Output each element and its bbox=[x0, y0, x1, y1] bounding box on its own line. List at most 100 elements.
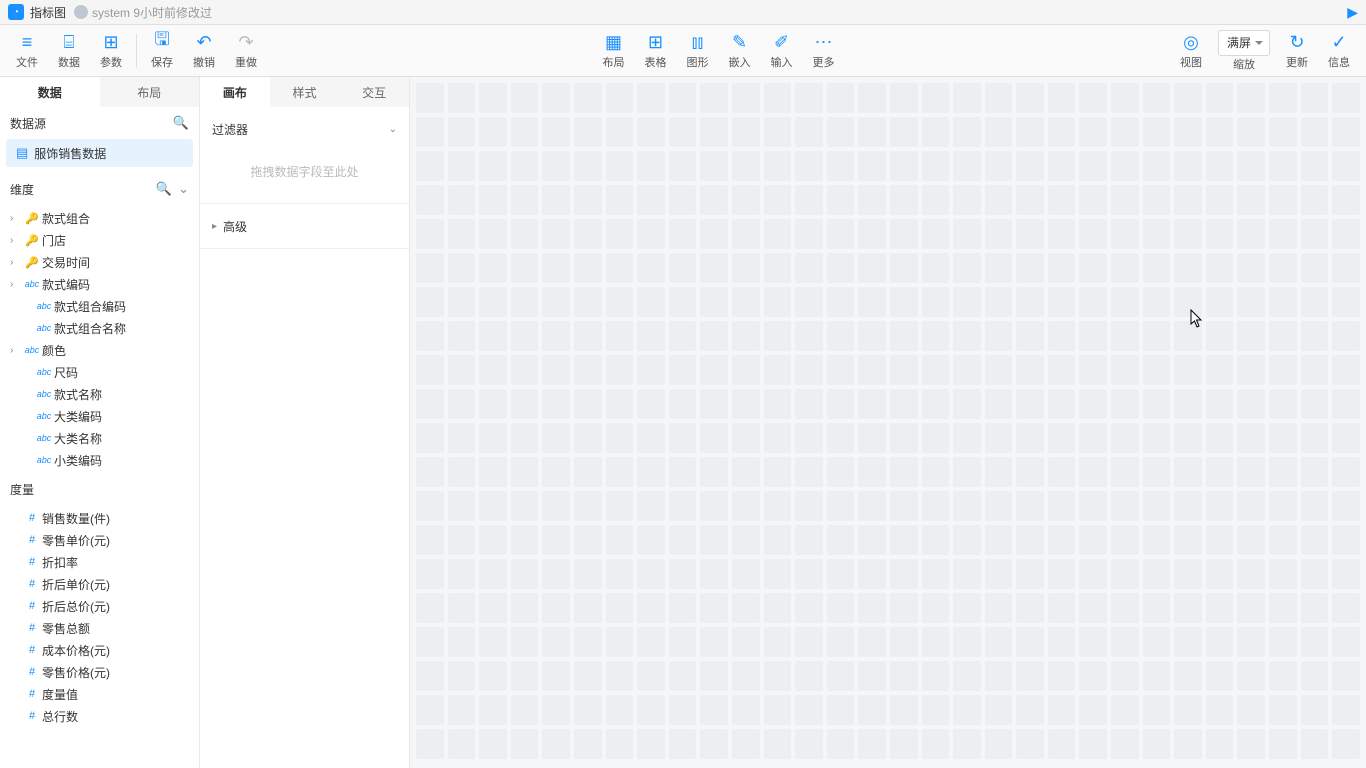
canvas-cell[interactable] bbox=[1016, 593, 1044, 623]
canvas-cell[interactable] bbox=[732, 185, 760, 215]
canvas-cell[interactable] bbox=[448, 83, 476, 113]
canvas-cell[interactable] bbox=[1111, 423, 1139, 453]
canvas-cell[interactable] bbox=[1174, 729, 1202, 759]
canvas-cell[interactable] bbox=[1048, 593, 1076, 623]
canvas-cell[interactable] bbox=[574, 695, 602, 725]
canvas-cell[interactable] bbox=[1301, 355, 1329, 385]
canvas-cell[interactable] bbox=[1143, 83, 1171, 113]
canvas-cell[interactable] bbox=[511, 593, 539, 623]
canvas-cell[interactable] bbox=[1143, 729, 1171, 759]
canvas-cell[interactable] bbox=[890, 253, 918, 283]
canvas-cell[interactable] bbox=[1079, 321, 1107, 351]
canvas-cell[interactable] bbox=[827, 253, 855, 283]
canvas-cell[interactable] bbox=[1174, 627, 1202, 657]
canvas-cell[interactable] bbox=[700, 559, 728, 589]
canvas-cell[interactable] bbox=[890, 151, 918, 181]
canvas-cell[interactable] bbox=[542, 389, 570, 419]
canvas-cell[interactable] bbox=[858, 321, 886, 351]
canvas-cell[interactable] bbox=[922, 151, 950, 181]
canvas-cell[interactable] bbox=[637, 83, 665, 113]
canvas-cell[interactable] bbox=[637, 117, 665, 147]
canvas-cell[interactable] bbox=[606, 695, 634, 725]
canvas-cell[interactable] bbox=[637, 185, 665, 215]
canvas-cell[interactable] bbox=[700, 185, 728, 215]
canvas-cell[interactable] bbox=[1111, 151, 1139, 181]
canvas-cell[interactable] bbox=[606, 389, 634, 419]
canvas-cell[interactable] bbox=[764, 83, 792, 113]
canvas-cell[interactable] bbox=[985, 355, 1013, 385]
canvas-cell[interactable] bbox=[953, 389, 981, 419]
canvas-cell[interactable] bbox=[1332, 185, 1360, 215]
canvas-cell[interactable] bbox=[922, 593, 950, 623]
canvas-cell[interactable] bbox=[606, 729, 634, 759]
canvas-cell[interactable] bbox=[1143, 185, 1171, 215]
canvas-cell[interactable] bbox=[953, 219, 981, 249]
canvas-cell[interactable] bbox=[858, 355, 886, 385]
canvas-cell[interactable] bbox=[953, 253, 981, 283]
canvas-cell[interactable] bbox=[764, 457, 792, 487]
canvas-cell[interactable] bbox=[985, 627, 1013, 657]
canvas-cell[interactable] bbox=[732, 457, 760, 487]
canvas-cell[interactable] bbox=[511, 457, 539, 487]
canvas-cell[interactable] bbox=[606, 559, 634, 589]
canvas-cell[interactable] bbox=[795, 117, 823, 147]
canvas-cell[interactable] bbox=[795, 559, 823, 589]
canvas-cell[interactable] bbox=[795, 491, 823, 521]
canvas-cell[interactable] bbox=[1111, 525, 1139, 555]
canvas-cell[interactable] bbox=[890, 423, 918, 453]
canvas-cell[interactable] bbox=[700, 423, 728, 453]
canvas-cell[interactable] bbox=[732, 661, 760, 691]
canvas-cell[interactable] bbox=[1301, 695, 1329, 725]
filter-section-header[interactable]: 过滤器⌄ bbox=[200, 107, 409, 151]
canvas-cell[interactable] bbox=[669, 423, 697, 453]
canvas-cell[interactable] bbox=[669, 525, 697, 555]
datasource-item[interactable]: ▤ 服饰销售数据 bbox=[6, 139, 193, 167]
canvas-cell[interactable] bbox=[1206, 287, 1234, 317]
canvas-cell[interactable] bbox=[1016, 321, 1044, 351]
canvas-cell[interactable] bbox=[700, 457, 728, 487]
canvas-cell[interactable] bbox=[700, 83, 728, 113]
canvas-cell[interactable] bbox=[606, 593, 634, 623]
canvas-cell[interactable] bbox=[479, 559, 507, 589]
canvas-cell[interactable] bbox=[1301, 559, 1329, 589]
canvas-cell[interactable] bbox=[637, 287, 665, 317]
canvas-cell[interactable] bbox=[700, 627, 728, 657]
canvas-cell[interactable] bbox=[1048, 525, 1076, 555]
canvas-cell[interactable] bbox=[1111, 729, 1139, 759]
canvas-cell[interactable] bbox=[890, 729, 918, 759]
canvas-cell[interactable] bbox=[669, 661, 697, 691]
canvas-cell[interactable] bbox=[1079, 627, 1107, 657]
canvas-cell[interactable] bbox=[574, 321, 602, 351]
canvas-cell[interactable] bbox=[1016, 423, 1044, 453]
canvas-cell[interactable] bbox=[985, 83, 1013, 113]
canvas-cell[interactable] bbox=[1174, 695, 1202, 725]
canvas-cell[interactable] bbox=[1016, 559, 1044, 589]
canvas-cell[interactable] bbox=[669, 219, 697, 249]
canvas-cell[interactable] bbox=[1174, 559, 1202, 589]
dimension-item[interactable]: abc小类编码 bbox=[0, 449, 199, 471]
canvas-cell[interactable] bbox=[479, 151, 507, 181]
canvas-cell[interactable] bbox=[1143, 559, 1171, 589]
canvas-cell[interactable] bbox=[922, 559, 950, 589]
canvas-cell[interactable] bbox=[511, 559, 539, 589]
canvas-cell[interactable] bbox=[1079, 287, 1107, 317]
canvas-cell[interactable] bbox=[922, 185, 950, 215]
canvas-cell[interactable] bbox=[1048, 389, 1076, 419]
canvas-cell[interactable] bbox=[1143, 525, 1171, 555]
canvas-cell[interactable] bbox=[479, 287, 507, 317]
canvas-cell[interactable] bbox=[922, 287, 950, 317]
canvas-cell[interactable] bbox=[574, 729, 602, 759]
canvas-cell[interactable] bbox=[1079, 185, 1107, 215]
save-button[interactable]: 🖫保存 bbox=[143, 29, 181, 73]
canvas-cell[interactable] bbox=[1206, 389, 1234, 419]
measure-item[interactable]: #折后总价(元) bbox=[0, 595, 199, 617]
measure-item[interactable]: #成本价格(元) bbox=[0, 639, 199, 661]
canvas-cell[interactable] bbox=[827, 83, 855, 113]
dimension-item[interactable]: ›abc款式编码 bbox=[0, 273, 199, 295]
canvas-cell[interactable] bbox=[416, 729, 444, 759]
canvas-cell[interactable] bbox=[764, 661, 792, 691]
canvas-cell[interactable] bbox=[732, 253, 760, 283]
canvas-cell[interactable] bbox=[574, 355, 602, 385]
canvas-cell[interactable] bbox=[1143, 253, 1171, 283]
canvas-cell[interactable] bbox=[1269, 729, 1297, 759]
